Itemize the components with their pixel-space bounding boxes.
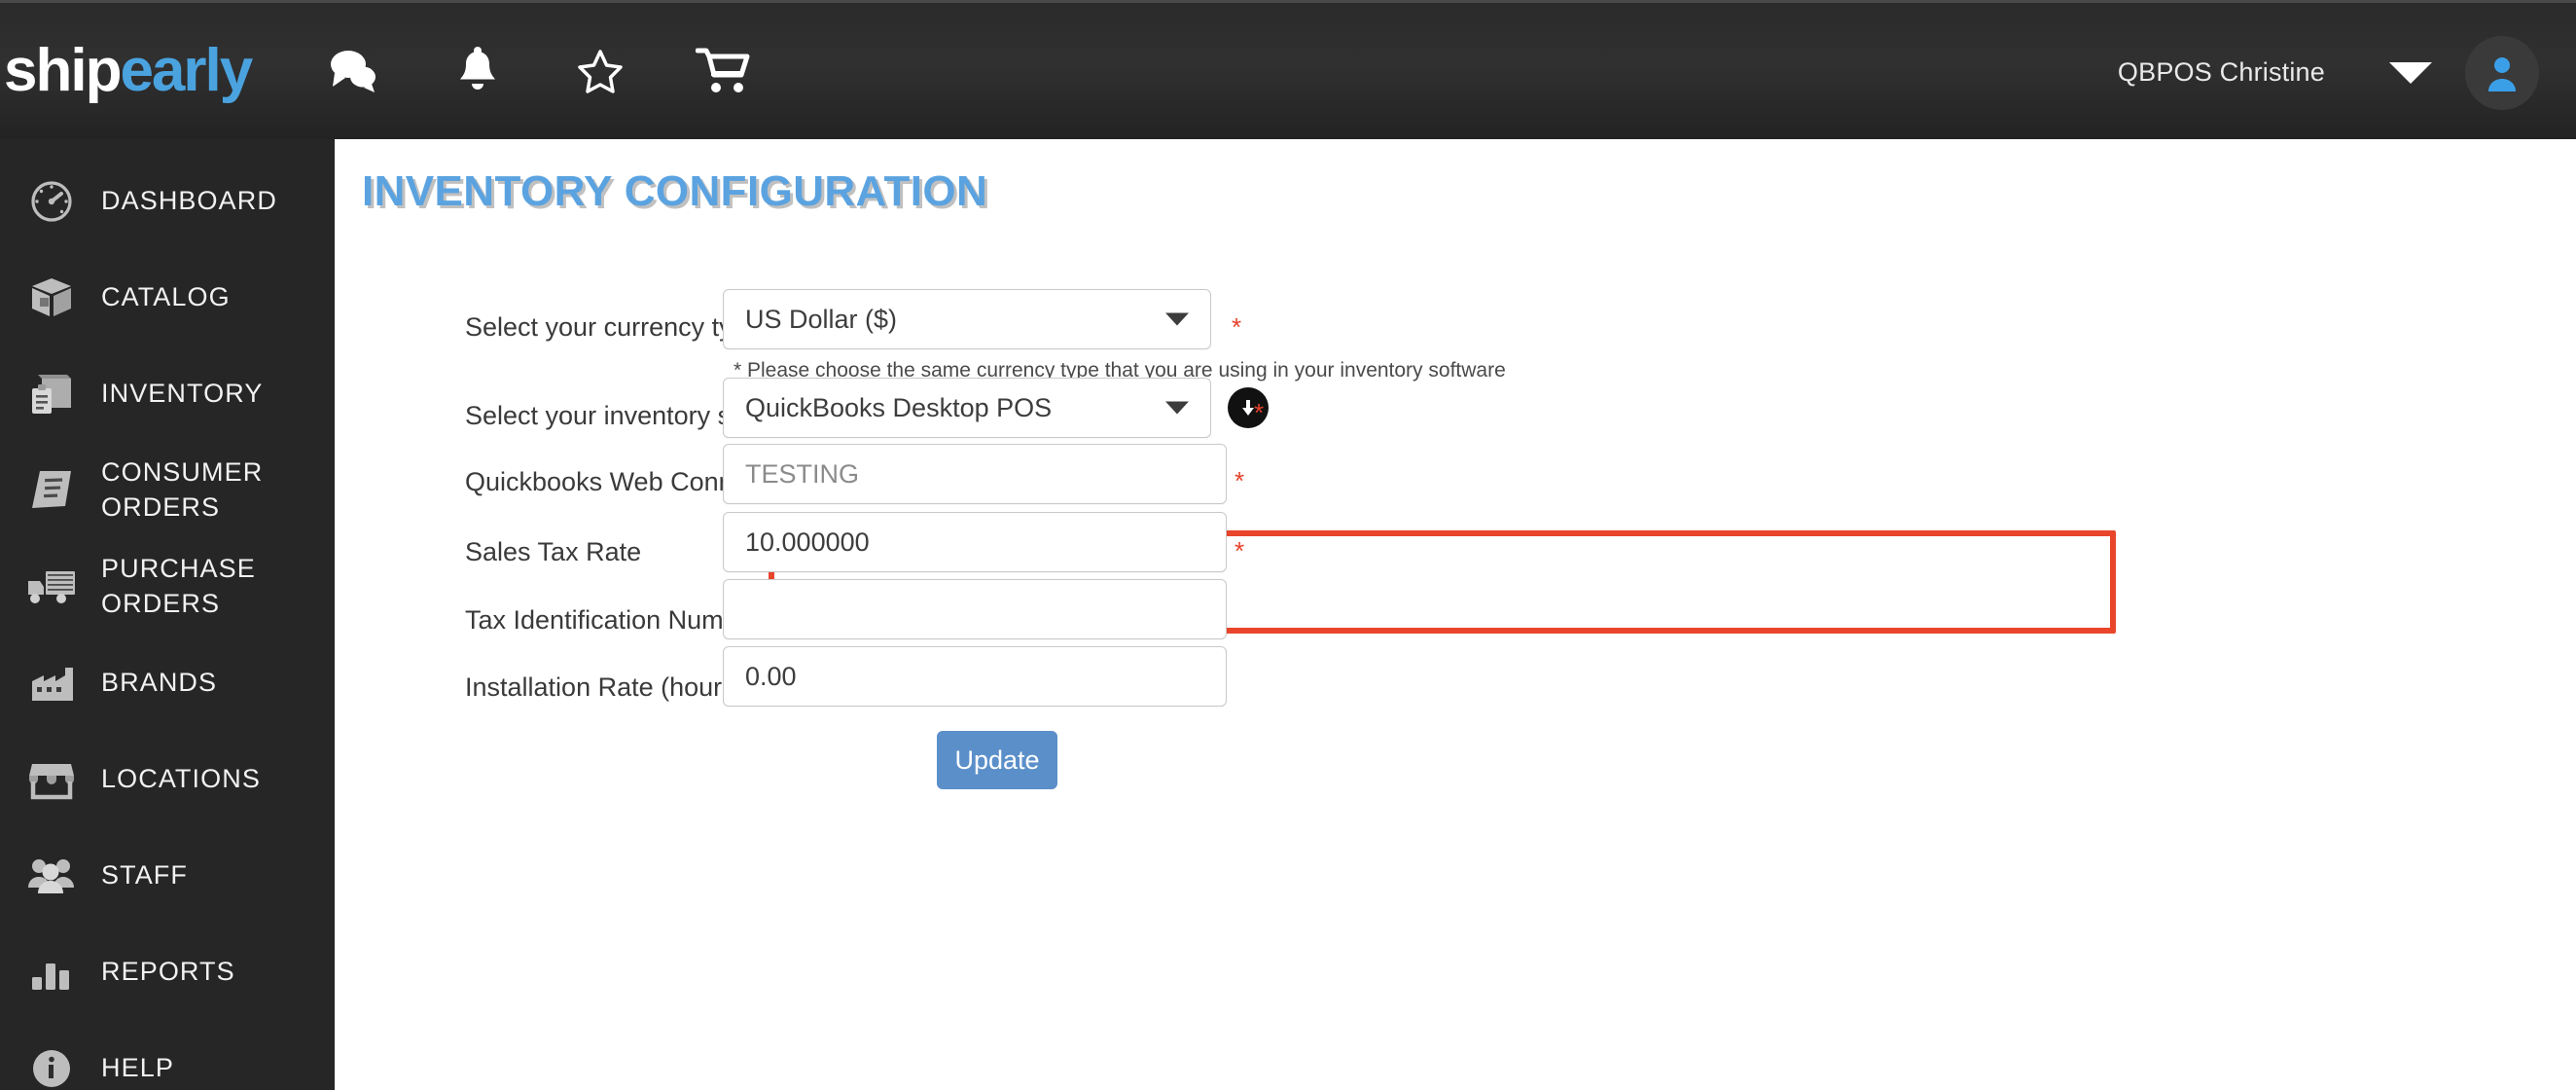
- top-header-bar: shipearly QBPOS Christine: [0, 0, 2576, 139]
- qbwc-password-value: TESTING: [745, 458, 860, 489]
- installation-rate-value: 0.00: [745, 661, 797, 691]
- sidebar-item-label: REPORTS: [101, 956, 235, 986]
- bar-chart-icon: [14, 937, 89, 1007]
- page-title: INVENTORY CONFIGURATION: [362, 167, 988, 215]
- avatar[interactable]: [2465, 35, 2539, 110]
- storefront-icon: [14, 745, 89, 815]
- inventory-software-required-asterisk: *: [1254, 398, 1265, 427]
- sidebar-item-consumer-orders[interactable]: CONSUMER ORDERS: [0, 442, 335, 538]
- update-button[interactable]: Update: [937, 731, 1057, 789]
- sidebar-item-staff[interactable]: STAFF: [0, 827, 335, 924]
- sidebar-item-locations[interactable]: LOCATIONS: [0, 731, 335, 827]
- chevron-down-icon: [1165, 312, 1189, 326]
- sidebar-item-label: BRANDS: [101, 667, 218, 697]
- sidebar-item-help[interactable]: HELP: [0, 1020, 335, 1090]
- factory-icon: [14, 648, 89, 718]
- sidebar-item-brands[interactable]: BRANDS: [0, 635, 335, 731]
- installation-rate-label: Installation Rate (hourly): [465, 672, 750, 702]
- header-icon-nav: [294, 2, 784, 141]
- people-icon: [14, 841, 89, 911]
- chevron-down-icon[interactable]: [2389, 61, 2432, 84]
- logo-text-ship: ship: [4, 37, 122, 104]
- currency-type-value: US Dollar ($): [745, 304, 898, 334]
- star-icon[interactable]: [539, 2, 662, 141]
- sidebar-item-label: HELP: [101, 1052, 174, 1082]
- sidebar-item-purchase-orders[interactable]: PURCHASE ORDERS: [0, 538, 335, 635]
- qbwc-password-input[interactable]: TESTING: [723, 444, 1227, 504]
- sales-tax-rate-label: Sales Tax Rate: [465, 537, 642, 566]
- bell-icon[interactable]: [416, 2, 539, 141]
- inventory-clipboard-icon: [14, 359, 89, 429]
- sidebar-item-label: LOCATIONS: [101, 763, 261, 793]
- chevron-down-icon: [1165, 401, 1189, 415]
- main-content: INVENTORY CONFIGURATION Select your curr…: [335, 139, 2576, 1090]
- logo-shipearly[interactable]: shipearly: [4, 41, 253, 101]
- qbwc-password-required-asterisk: *: [1234, 466, 1245, 495]
- sidebar-nav: DASHBOARD CATALOG INVENTORY CONSUMER ORD…: [0, 139, 335, 1090]
- sales-tax-rate-input[interactable]: 10.000000: [723, 512, 1227, 572]
- currency-type-select[interactable]: US Dollar ($): [723, 289, 1211, 349]
- app-window: shipearly QBPOS Christine DASHBOARD CATA…: [0, 0, 2576, 1090]
- sidebar-item-label: PURCHASE ORDERS: [101, 553, 256, 618]
- logo-text-early: early: [120, 37, 253, 104]
- speedometer-icon: [14, 166, 89, 236]
- sidebar-item-label: CONSUMER ORDERS: [101, 456, 264, 522]
- installation-rate-input[interactable]: 0.00: [723, 646, 1227, 707]
- tax-identification-number-input[interactable]: [723, 579, 1227, 639]
- sales-tax-rate-required-asterisk: *: [1234, 536, 1245, 565]
- sidebar-item-catalog[interactable]: CATALOG: [0, 249, 335, 345]
- truck-icon: [14, 552, 89, 622]
- sidebar-item-reports[interactable]: REPORTS: [0, 924, 335, 1020]
- sidebar-item-inventory[interactable]: INVENTORY: [0, 345, 335, 442]
- inventory-software-value: QuickBooks Desktop POS: [745, 392, 1053, 422]
- sidebar-item-label: CATALOG: [101, 281, 231, 311]
- tax-identification-number-label: Tax Identification Number: [465, 605, 762, 635]
- invoice-icon: [14, 455, 89, 526]
- cart-icon[interactable]: [662, 2, 784, 141]
- inventory-software-select[interactable]: QuickBooks Desktop POS: [723, 378, 1211, 438]
- currency-type-label: Select your currency type: [465, 312, 762, 342]
- sales-tax-rate-value: 10.000000: [745, 527, 870, 557]
- sidebar-item-label: INVENTORY: [101, 378, 264, 408]
- chat-icon[interactable]: [294, 2, 416, 141]
- info-circle-icon: [14, 1034, 89, 1090]
- user-menu[interactable]: QBPOS Christine: [2118, 3, 2576, 142]
- sidebar-item-label: DASHBOARD: [101, 185, 277, 215]
- box-icon: [14, 263, 89, 333]
- username-label: QBPOS Christine: [2117, 57, 2325, 87]
- sidebar-item-dashboard[interactable]: DASHBOARD: [0, 153, 335, 249]
- sidebar-item-label: STAFF: [101, 859, 188, 890]
- currency-required-asterisk: *: [1232, 312, 1242, 342]
